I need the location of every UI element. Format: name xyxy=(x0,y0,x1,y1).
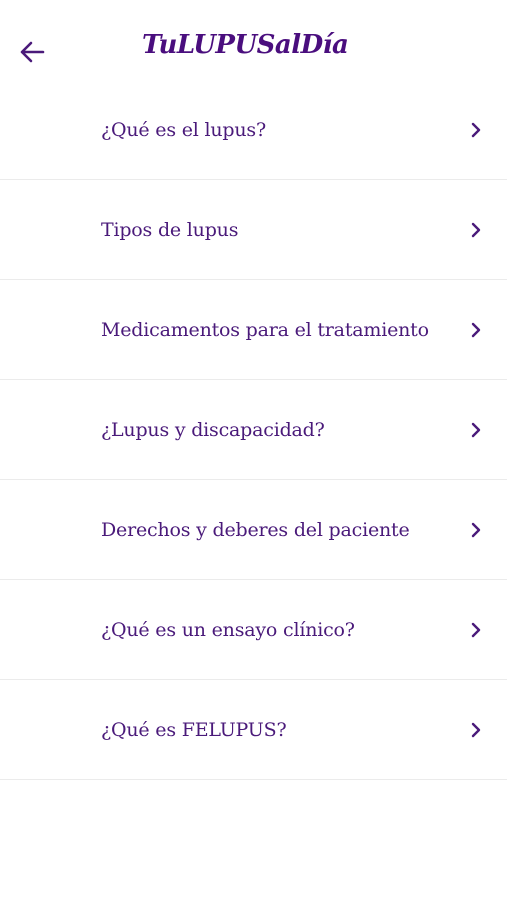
menu-item-label: Derechos y deberes del paciente xyxy=(101,518,410,541)
menu-item-label: ¿Qué es FELUPUS? xyxy=(101,718,287,741)
menu-item-label: Medicamentos para el tratamiento xyxy=(101,318,429,341)
menu-item-lupus-y-discapacidad[interactable]: ¿Lupus y discapacidad? xyxy=(0,380,507,480)
menu-item-label: Tipos de lupus xyxy=(101,218,239,241)
chevron-right-icon xyxy=(468,620,484,640)
menu-item-tipos-de-lupus[interactable]: Tipos de lupus xyxy=(0,180,507,280)
menu-item-label: ¿Qué es el lupus? xyxy=(101,118,266,141)
chevron-right-icon xyxy=(468,220,484,240)
menu-list: ¿Qué es el lupus? Tipos de lupus Medicam… xyxy=(0,80,507,780)
chevron-right-icon xyxy=(468,720,484,740)
app-logo: TuLUPUSalDía xyxy=(142,30,349,60)
chevron-right-icon xyxy=(468,320,484,340)
menu-item-derechos-y-deberes[interactable]: Derechos y deberes del paciente xyxy=(0,480,507,580)
menu-item-que-es-el-lupus[interactable]: ¿Qué es el lupus? xyxy=(0,80,507,180)
chevron-right-icon xyxy=(468,520,484,540)
menu-item-que-es-felupus[interactable]: ¿Qué es FELUPUS? xyxy=(0,680,507,780)
arrow-left-icon xyxy=(20,41,45,63)
back-button[interactable] xyxy=(14,36,50,68)
menu-item-label: ¿Qué es un ensayo clínico? xyxy=(101,618,355,641)
chevron-right-icon xyxy=(468,420,484,440)
chevron-right-icon xyxy=(468,120,484,140)
menu-item-medicamentos[interactable]: Medicamentos para el tratamiento xyxy=(0,280,507,380)
menu-item-ensayo-clinico[interactable]: ¿Qué es un ensayo clínico? xyxy=(0,580,507,680)
menu-item-label: ¿Lupus y discapacidad? xyxy=(101,418,325,441)
